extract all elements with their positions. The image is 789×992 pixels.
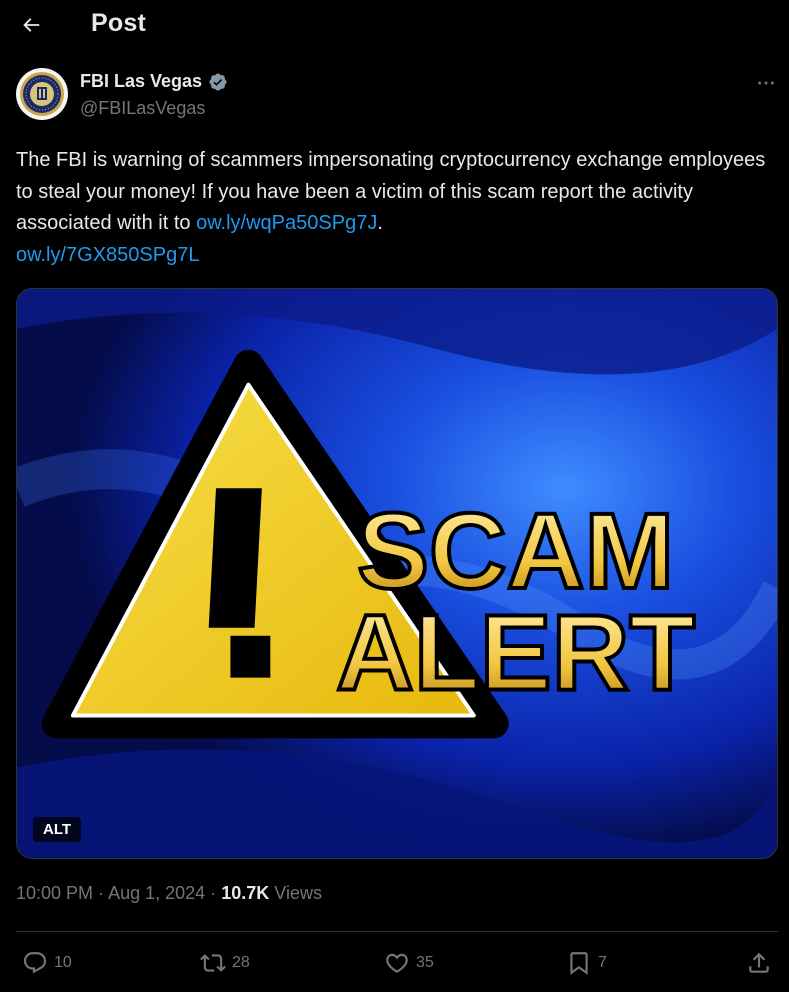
like-count: 35 (416, 954, 434, 971)
heart-icon (386, 953, 408, 973)
headline-line2: ALERT (336, 593, 695, 713)
more-horizontal-icon (758, 81, 774, 85)
alt-text-badge[interactable]: ALT (33, 817, 82, 842)
post-image[interactable]: SCAM ALERT (16, 288, 778, 859)
post-date[interactable]: Aug 1, 2024 (108, 883, 205, 903)
post-time[interactable]: 10:00 PM (16, 883, 93, 903)
repost-button[interactable]: 28 (200, 950, 250, 976)
like-button[interactable]: 35 (384, 950, 434, 976)
separator: · (210, 883, 217, 903)
repost-count: 28 (232, 954, 250, 971)
views-count: 10.7K (221, 883, 270, 903)
avatar[interactable] (16, 68, 68, 120)
scam-alert-image: SCAM ALERT (17, 289, 777, 858)
separator: · (98, 883, 105, 903)
page-title: Post (91, 9, 146, 37)
views-label: Views (274, 883, 322, 903)
author-name-row: FBI Las Vegas (80, 71, 228, 92)
post-text-part1: The FBI is warning of scammers impersona… (16, 149, 766, 234)
fbi-seal-icon (16, 68, 68, 120)
reply-icon (23, 952, 47, 974)
post-text: The FBI is warning of scammers impersona… (16, 145, 781, 271)
verified-badge-icon (209, 72, 227, 91)
reply-count: 10 (54, 954, 72, 971)
post-meta: 10:00 PM · Aug 1, 2024 · 10.7K Views (16, 883, 322, 904)
back-button[interactable] (14, 8, 48, 42)
share-button[interactable] (746, 950, 772, 976)
author-name[interactable]: FBI Las Vegas (80, 71, 202, 92)
link-1[interactable]: ow.ly/wqPa50SPg7J (196, 212, 377, 234)
bookmark-button[interactable]: 7 (566, 950, 607, 976)
more-options-button[interactable] (752, 72, 780, 94)
arrow-left-icon (23, 18, 40, 32)
reply-button[interactable]: 10 (22, 950, 72, 976)
divider (16, 931, 778, 932)
link-2[interactable]: ow.ly/7GX850SPg7L (16, 244, 199, 266)
post-text-part2: . (377, 212, 383, 234)
repost-icon (200, 954, 226, 972)
share-icon (749, 952, 769, 973)
author-handle[interactable]: @FBILasVegas (80, 98, 205, 119)
bookmark-count: 7 (598, 954, 607, 971)
bookmark-icon (570, 952, 588, 975)
